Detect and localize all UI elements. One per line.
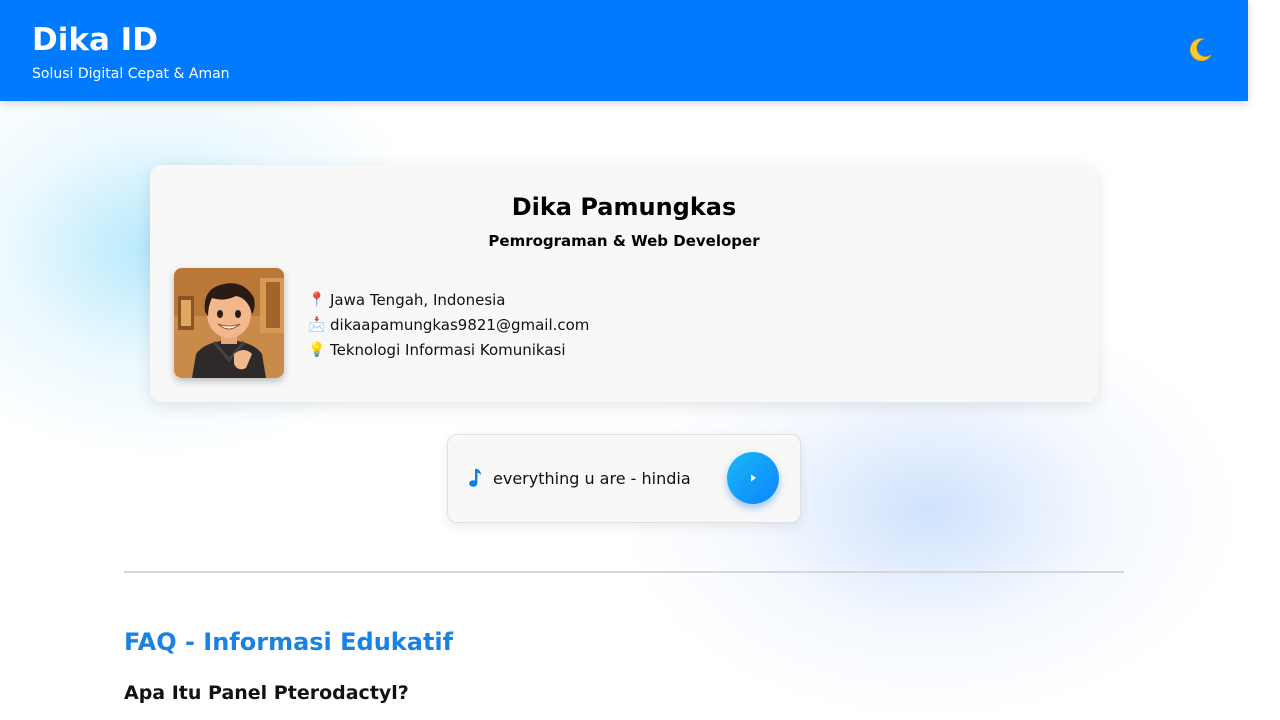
music-player: everything u are - hindia bbox=[447, 434, 801, 523]
music-note-icon bbox=[469, 469, 481, 487]
faq-question[interactable]: Apa Itu Panel Pterodactyl? bbox=[124, 680, 409, 706]
profile-card: Dika Pamungkas Pemrograman & Web Develop… bbox=[150, 165, 1098, 402]
play-icon bbox=[751, 474, 756, 482]
section-divider bbox=[124, 571, 1124, 573]
song-title: everything u are - hindia bbox=[493, 469, 691, 488]
avatar bbox=[174, 268, 284, 378]
moon-icon bbox=[1190, 38, 1212, 62]
site-header: Dika ID Solusi Digital Cepat & Aman bbox=[0, 0, 1248, 101]
info-field-text: Teknologi Informasi Komunikasi bbox=[330, 340, 566, 359]
lightbulb-icon: 💡 bbox=[308, 341, 326, 358]
info-email[interactable]: 📩 dikaapamungkas9821@gmail.com bbox=[308, 312, 589, 337]
theme-toggle-button[interactable] bbox=[1180, 32, 1220, 68]
profile-role: Pemrograman & Web Developer bbox=[488, 232, 760, 250]
info-email-text[interactable]: dikaapamungkas9821@gmail.com bbox=[330, 316, 589, 334]
info-field: 💡 Teknologi Informasi Komunikasi bbox=[308, 337, 589, 362]
info-location-text: Jawa Tengah, Indonesia bbox=[330, 290, 506, 309]
play-button[interactable] bbox=[727, 452, 779, 504]
profile-name: Dika Pamungkas bbox=[511, 193, 737, 221]
envelope-icon: 📩 bbox=[308, 316, 326, 333]
info-location: 📍 Jawa Tengah, Indonesia bbox=[308, 287, 589, 312]
faq-heading: FAQ - Informasi Edukatif bbox=[124, 628, 454, 656]
avatar-illustration bbox=[174, 268, 284, 378]
site-title[interactable]: Dika ID bbox=[32, 20, 158, 60]
contact-info-list: 📍 Jawa Tengah, Indonesia 📩 dikaapamungka… bbox=[308, 287, 589, 362]
page: Dika ID Solusi Digital Cepat & Aman Dika… bbox=[0, 0, 1280, 720]
site-tagline: Solusi Digital Cepat & Aman bbox=[32, 66, 230, 82]
pin-icon: 📍 bbox=[308, 291, 326, 308]
